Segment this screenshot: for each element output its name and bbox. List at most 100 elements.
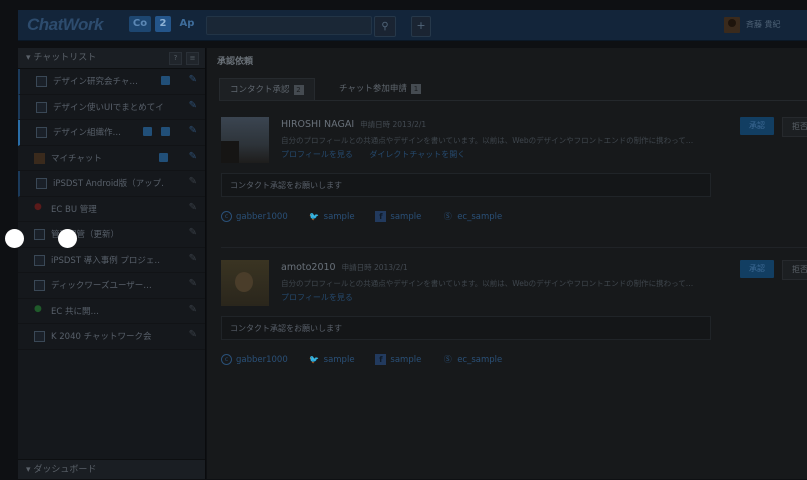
requester-name-line: amoto2010 申請日時 2013/2/1: [281, 262, 408, 273]
overlay-marker-dot: [5, 229, 24, 248]
request-date: 申請日時 2013/2/1: [360, 120, 427, 129]
skype-account[interactable]: Ⓢec_sample: [442, 211, 503, 222]
user-name[interactable]: 斉藤 貴紀: [746, 19, 781, 30]
help-icon[interactable]: ?: [169, 52, 182, 65]
facebook-account[interactable]: f sample: [375, 354, 421, 365]
twitter-account[interactable]: 🐦 sample: [309, 354, 354, 365]
room-name: デザイン研究会チャ…: [53, 77, 138, 87]
tab-count-badge: 1: [410, 83, 421, 94]
sidebar-room-item[interactable]: iPSDST Android版（アップ… ✎: [18, 171, 205, 197]
room-icon: [36, 178, 47, 189]
room-name: EC BU 管理: [51, 204, 97, 215]
sidebar-room-item[interactable]: EC 共に開… ✎: [18, 299, 205, 324]
account-label: sample: [323, 212, 355, 222]
tab-label: チャット参加申請: [339, 84, 407, 94]
red-room-icon: [34, 202, 43, 213]
room-name: EC 共に開…: [51, 306, 100, 317]
unread-badge: [161, 127, 170, 136]
pin-icon[interactable]: ✎: [189, 125, 197, 136]
account-label: sample: [390, 212, 422, 222]
pin-icon[interactable]: ✎: [189, 151, 197, 162]
chatwork-account[interactable]: c gabber1000: [221, 354, 288, 365]
pin-icon[interactable]: ✎: [189, 253, 197, 264]
skype-account[interactable]: Ⓢec_sample: [442, 354, 503, 365]
account-list: c gabber1000 🐦 sample f sample Ⓢec_sample: [221, 211, 520, 222]
accept-button[interactable]: 承認: [740, 117, 774, 135]
reject-button[interactable]: 拒否: [782, 260, 807, 280]
facebook-icon: f: [375, 211, 387, 222]
sidebar-room-item[interactable]: ディックワーズユーザー… ✎: [18, 273, 205, 299]
room-icon: [34, 254, 45, 266]
room-icon: [34, 331, 45, 342]
search-icon[interactable]: ⚲: [374, 16, 396, 37]
view-profile-link[interactable]: プロフィールを見る: [281, 293, 353, 302]
sidebar-room-item[interactable]: 管理保管（更新） ✎: [18, 222, 205, 248]
accept-button[interactable]: 承認: [740, 260, 774, 278]
avatar[interactable]: [724, 17, 740, 33]
pin-icon[interactable]: ✎: [189, 329, 197, 340]
sidebar-room-item[interactable]: iPSDST 導入事例 プロジェ… ✎: [18, 248, 205, 273]
account-label: sample: [390, 355, 422, 365]
room-icon: [36, 127, 47, 138]
account-label: ec_sample: [457, 355, 503, 365]
chat-list-header[interactable]: ▾ チャットリスト ? ≡: [18, 48, 205, 69]
requester-links: プロフィールを見る: [281, 292, 367, 303]
sidebar-room-item[interactable]: デザイン研究会チャ… ✎: [18, 69, 205, 95]
requester-name[interactable]: HIROSHI NAGAI: [281, 119, 354, 130]
twitter-icon: 🐦: [309, 212, 320, 221]
facebook-icon: f: [375, 354, 387, 365]
chatwork-icon: c: [221, 211, 232, 222]
pin-icon[interactable]: ✎: [189, 304, 197, 315]
room-name: iPSDST 導入事例 プロジェ…: [51, 255, 161, 266]
menu-icon[interactable]: ≡: [186, 52, 199, 65]
request-message: コンタクト承認をお願いします: [221, 316, 711, 340]
facebook-account[interactable]: f sample: [375, 211, 421, 222]
room-icon: [34, 229, 45, 240]
tab-contact-requests[interactable]: コンタクト承認 2: [219, 78, 315, 101]
chatwork-account[interactable]: c gabber1000: [221, 211, 288, 222]
search-input[interactable]: [206, 16, 372, 35]
tab-chat-join-requests[interactable]: チャット参加申請 1: [329, 78, 431, 100]
pin-icon[interactable]: ✎: [189, 227, 197, 238]
room-name: iPSDST Android版（アップ…: [53, 179, 163, 189]
reject-button[interactable]: 拒否: [782, 117, 807, 137]
pin-icon[interactable]: ✎: [189, 74, 197, 85]
overlay-marker-dot: [58, 229, 77, 248]
pin-icon[interactable]: ✎: [189, 100, 197, 111]
add-icon[interactable]: +: [411, 16, 431, 37]
dashboard-header[interactable]: ▾ ダッシュボード: [18, 459, 205, 479]
room-name: ディックワーズユーザー…: [51, 281, 152, 291]
notification-count-icon[interactable]: 2: [155, 16, 171, 32]
sidebar-room-item[interactable]: EC BU 管理 ✎: [18, 197, 205, 222]
pin-icon[interactable]: ✎: [189, 278, 197, 289]
sidebar-room-item[interactable]: K 2040 チャットワーク会 ✎: [18, 324, 205, 350]
request-date: 申請日時 2013/2/1: [341, 263, 408, 272]
sidebar-room-item[interactable]: デザイン使いUIでまとめてイー… ✎: [18, 94, 205, 120]
room-icon: [34, 280, 45, 291]
open-direct-chat-link[interactable]: ダイレクトチャットを開く: [369, 150, 465, 159]
pin-icon[interactable]: ✎: [189, 176, 197, 187]
tab-label: コンタクト承認: [230, 85, 290, 95]
twitter-account[interactable]: 🐦 sample: [309, 211, 355, 222]
main-panel: 承認依頼 コンタクト承認 2 チャット参加申請 1 HIROSHI NAGAI 申請日…: [207, 48, 807, 479]
skype-icon: Ⓢ: [443, 212, 452, 221]
contact-request-card: amoto2010 申請日時 2013/2/1 自分のプロフィールとの共通点やデザ…: [221, 260, 807, 380]
requester-avatar[interactable]: [221, 260, 269, 306]
pin-icon[interactable]: ✎: [189, 202, 197, 213]
mention-badge: [143, 127, 152, 136]
request-divider: [221, 247, 807, 248]
requester-description: 自分のプロフィールとの共通点やデザインを書いています。以前は、Webのデザインや…: [281, 136, 694, 145]
requester-name-line: HIROSHI NAGAI 申請日時 2013/2/1: [281, 119, 426, 130]
contacts-icon[interactable]: Co: [129, 16, 151, 32]
sidebar: ▾ チャットリスト ? ≡ デザイン研究会チャ… ✎ デザイン使いUIでまとめて…: [18, 48, 206, 479]
chatwork-logo[interactable]: ChatWork: [27, 15, 103, 35]
skype-icon: Ⓢ: [443, 355, 452, 364]
apps-icon[interactable]: Ap: [176, 16, 198, 32]
requester-name[interactable]: amoto2010: [281, 262, 336, 273]
room-name: デザイン使いUIでまとめてイー…: [53, 102, 163, 113]
requester-avatar[interactable]: [221, 117, 269, 163]
sidebar-room-item[interactable]: デザイン組織作… ✎: [18, 120, 205, 146]
green-room-icon: [34, 304, 43, 315]
view-profile-link[interactable]: プロフィールを見る: [281, 150, 353, 159]
sidebar-room-item[interactable]: マイチャット ✎: [18, 146, 205, 171]
